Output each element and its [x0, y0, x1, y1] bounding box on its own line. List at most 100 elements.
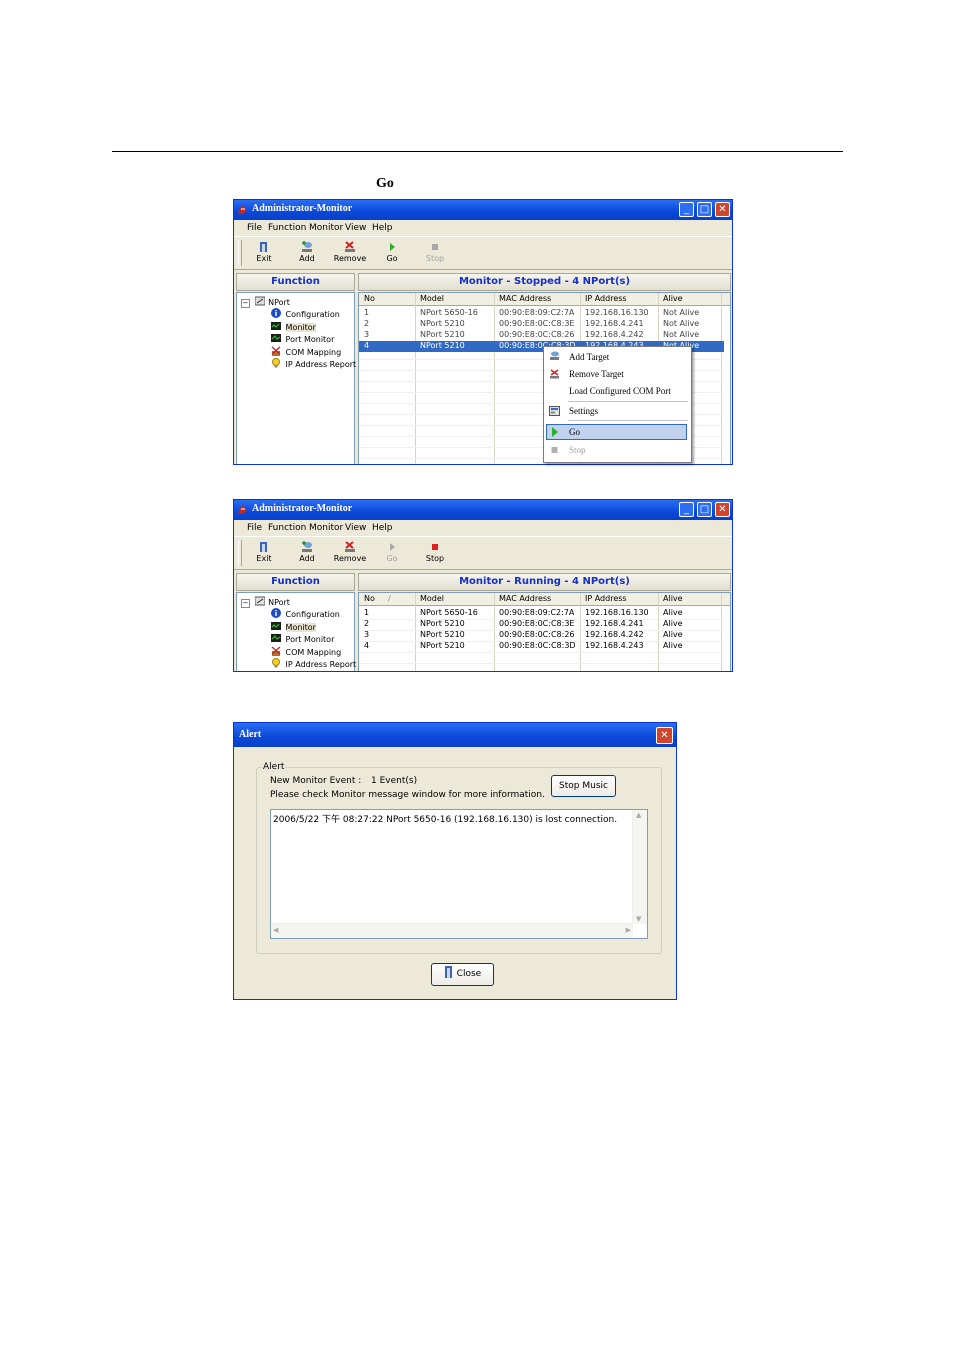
menu-function[interactable]: Function: [268, 523, 306, 533]
title-bar[interactable]: Administrator-Monitor _ □ ✕: [234, 500, 732, 520]
remove-button[interactable]: Remove: [333, 539, 367, 569]
menu-item-remove-target[interactable]: Remove Target: [569, 369, 624, 379]
maximize-button[interactable]: □: [697, 502, 712, 517]
table-row[interactable]: 2 NPort 5210 00:90:E8:0C:C8:3E 192.168.4.24…: [359, 319, 724, 330]
stop-icon: [432, 244, 438, 250]
go-button[interactable]: Go: [375, 239, 409, 269]
tree-item-monitor[interactable]: Monitor: [271, 620, 316, 632]
stop-music-button[interactable]: Stop Music: [551, 775, 616, 797]
title-bar[interactable]: Alert ✕: [234, 723, 676, 747]
menu-highlight: [546, 424, 687, 440]
window-title: Administrator-Monitor: [252, 503, 353, 514]
alert-title: Alert: [239, 729, 262, 740]
stop-button[interactable]: Stop: [418, 539, 452, 569]
table-row[interactable]: 4 NPort 5210 00:90:E8:0C:C8:3D 192.168.4.24…: [359, 641, 724, 652]
tree-item-configuration[interactable]: Configuration: [271, 607, 340, 619]
column-mac[interactable]: MAC Address: [499, 594, 551, 603]
close-button[interactable]: ✕: [715, 202, 730, 217]
menu-item-settings[interactable]: Settings: [569, 406, 598, 416]
go-button[interactable]: Go: [375, 539, 409, 569]
scroll-down-icon[interactable]: ▼: [636, 915, 641, 923]
table-row[interactable]: 3 NPort 5210 00:90:E8:0C:C8:26 192.168.4.24…: [359, 330, 724, 341]
menu-help[interactable]: Help: [372, 523, 393, 533]
port-monitor-icon: [271, 334, 281, 342]
info-icon: [271, 608, 281, 618]
sort-indicator-icon: /: [388, 594, 391, 603]
scroll-right-icon[interactable]: ▶: [626, 926, 631, 934]
vertical-scrollbar[interactable]: ▲ ▼: [632, 810, 647, 924]
menu-view[interactable]: View: [345, 523, 366, 533]
add-button[interactable]: Add: [290, 239, 324, 269]
menu-monitor[interactable]: Monitor: [309, 523, 343, 533]
tree-item-com-mapping[interactable]: COM Mapping: [271, 345, 341, 357]
toolbar: Exit Add Remove Go Stop: [234, 237, 732, 270]
menu-item-stop[interactable]: Stop: [569, 445, 586, 455]
close-button[interactable]: ✕: [715, 502, 730, 517]
tree-item-ip-address-report[interactable]: IP Address Report: [271, 357, 356, 369]
table-row[interactable]: 2 NPort 5210 00:90:E8:0C:C8:3E 192.168.4.24…: [359, 619, 724, 630]
instruction-text: Please check Monitor message window for …: [270, 790, 545, 800]
context-menu: Add Target Remove Target Load Configured…: [543, 346, 692, 463]
exit-button[interactable]: Exit: [247, 539, 281, 569]
menu-help[interactable]: Help: [372, 223, 393, 233]
table-row[interactable]: 1 NPort 5650-16 00:90:E8:09:C2:7A 192.168.1…: [359, 608, 724, 619]
add-button[interactable]: Add: [290, 539, 324, 569]
menu-item-load-com-port[interactable]: Load Configured COM Port: [569, 386, 671, 396]
scroll-up-icon[interactable]: ▲: [636, 811, 641, 819]
stop-button[interactable]: Stop: [418, 239, 452, 269]
remove-label: Remove: [333, 554, 367, 563]
stop-icon: [432, 544, 438, 550]
tree-item-ip-address-report[interactable]: IP Address Report: [271, 657, 356, 669]
table-row[interactable]: 1 NPort 5650-16 00:90:E8:09:C2:7A 192.168.1…: [359, 308, 724, 319]
collapse-toggle-icon[interactable]: −: [241, 299, 250, 308]
tree-item-port-monitor[interactable]: Port Monitor: [271, 332, 334, 344]
column-model[interactable]: Model: [420, 594, 444, 603]
message-log[interactable]: 2006/5/22 下午 08:27:22 NPort 5650-16 (192…: [270, 809, 648, 939]
column-ip[interactable]: IP Address: [585, 294, 627, 303]
column-ip[interactable]: IP Address: [585, 594, 627, 603]
menu-item-add-target[interactable]: Add Target: [569, 352, 609, 362]
minimize-button[interactable]: _: [679, 502, 694, 517]
column-alive[interactable]: Alive: [663, 294, 683, 303]
tree-item-port-monitor[interactable]: Port Monitor: [271, 632, 334, 644]
tree-label-com-mapping: COM Mapping: [285, 348, 342, 357]
nport-icon: [254, 296, 266, 306]
remove-button[interactable]: Remove: [333, 239, 367, 269]
tree-item-monitor[interactable]: Monitor: [271, 320, 316, 332]
toolbar-grip[interactable]: [238, 540, 242, 566]
exit-button[interactable]: Exit: [247, 239, 281, 269]
horizontal-scrollbar[interactable]: ◀ ▶: [271, 923, 633, 938]
title-bar[interactable]: Administrator-Monitor _ □ ✕: [234, 200, 732, 220]
monitor-status-header: Monitor - Stopped - 4 NPort(s): [358, 273, 731, 291]
tree-item-configuration[interactable]: Configuration: [271, 307, 340, 319]
minimize-button[interactable]: _: [679, 202, 694, 217]
stop-label: Stop: [425, 254, 445, 263]
window-title: Administrator-Monitor: [252, 203, 353, 214]
toolbar-grip[interactable]: [238, 240, 242, 266]
tree-label-ip-address-report: IP Address Report: [285, 660, 357, 669]
column-no[interactable]: No: [364, 594, 375, 603]
menu-file[interactable]: File: [247, 223, 262, 233]
close-dialog-button[interactable]: Close: [431, 963, 494, 986]
menu-view[interactable]: View: [345, 223, 366, 233]
menu-function[interactable]: Function: [268, 223, 306, 233]
column-model[interactable]: Model: [420, 294, 444, 303]
function-panel-header: Function: [236, 573, 355, 591]
tree-item-com-mapping[interactable]: COM Mapping: [271, 645, 341, 657]
close-button[interactable]: ✕: [656, 727, 673, 744]
column-alive[interactable]: Alive: [663, 594, 683, 603]
collapse-toggle-icon[interactable]: −: [241, 599, 250, 608]
maximize-button[interactable]: □: [697, 202, 712, 217]
app-icon: [238, 505, 247, 514]
menu-file[interactable]: File: [247, 523, 262, 533]
go-icon: [390, 543, 395, 551]
column-mac[interactable]: MAC Address: [499, 294, 551, 303]
column-no[interactable]: No: [364, 294, 375, 303]
menu-monitor[interactable]: Monitor: [309, 223, 343, 233]
info-icon: [271, 308, 281, 318]
add-icon: [302, 541, 312, 552]
go-icon: [390, 243, 395, 251]
scroll-left-icon[interactable]: ◀: [273, 926, 278, 934]
menu-item-go[interactable]: Go: [569, 427, 580, 437]
table-row[interactable]: 3 NPort 5210 00:90:E8:0C:C8:26 192.168.4.24…: [359, 630, 724, 641]
